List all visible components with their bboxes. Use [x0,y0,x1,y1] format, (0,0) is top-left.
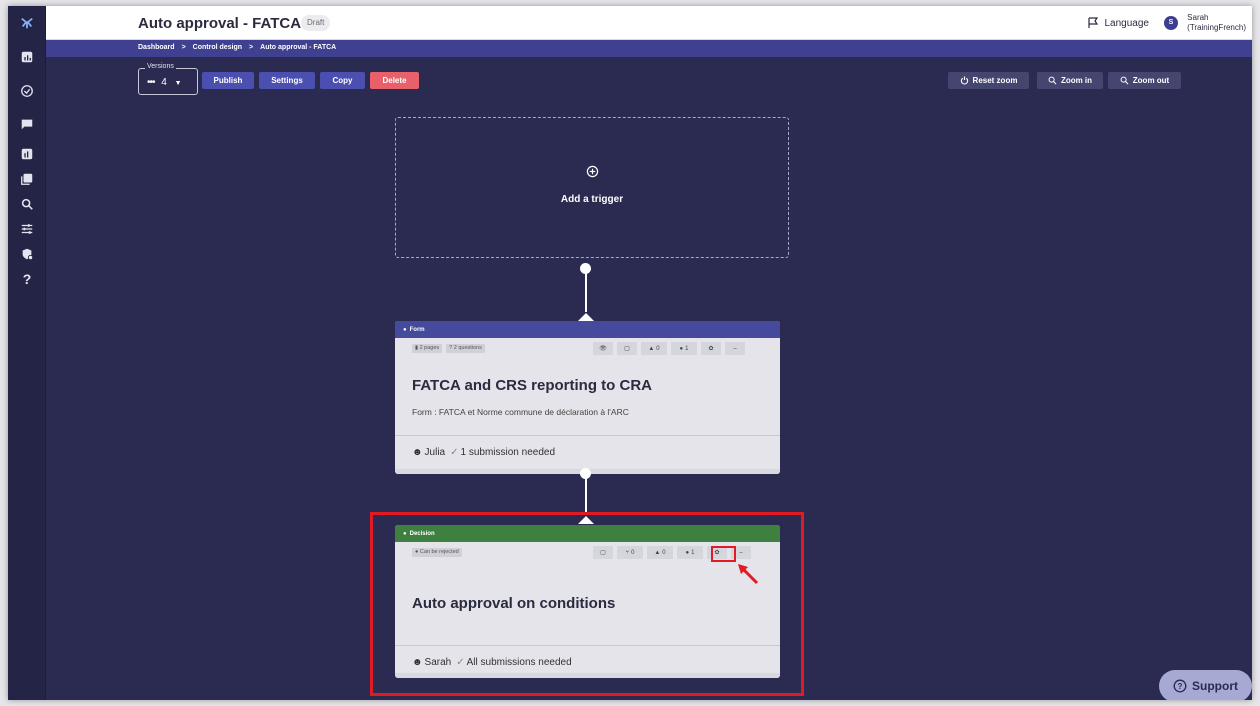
zoom-out-button[interactable]: Zoom out [1108,72,1181,89]
questions-tag: ? 2 questions [446,344,485,353]
connector-line [585,271,587,312]
reports-icon[interactable] [8,143,46,165]
versions-select[interactable]: Versions ••• 4 ▼ [138,63,198,95]
power-icon [960,76,968,85]
messages-icon[interactable] [8,113,46,135]
collapse-minus-icon[interactable]: – [725,342,745,355]
card-type-label: Form [409,326,425,333]
filters-icon[interactable] [8,218,46,240]
add-trigger-label: Add a trigger [560,194,624,205]
assignees-button[interactable]: ● 1 [671,342,697,355]
versions-label: Versions [145,63,176,70]
top-bar: Auto approval - FATCA Draft Language S S… [46,6,1252,40]
language-selector[interactable]: Language [1087,17,1150,29]
status-badge: Draft [301,15,331,31]
versions-value: ••• 4 ▼ [147,77,182,88]
card-footer [395,435,780,436]
page-title: Auto approval - FATCA [138,15,302,32]
connector-line [585,476,587,515]
user-circle-icon: ● [679,345,684,352]
users-count: 1 [685,345,689,352]
reset-zoom-label: Reset zoom [972,76,1018,85]
user-icon: ☻ [412,447,423,458]
copy-button[interactable]: Copy [320,72,365,89]
support-button[interactable]: ? Support [1159,670,1252,700]
add-circle-icon [396,165,788,183]
card-tools: 👁 ▢ ▲ 0 ● 1 ✿ – [593,342,745,355]
breadcrumb-current: Auto approval - FATCA [260,44,337,51]
requirement-text: 1 submission needed [460,447,556,458]
card-subtitle: Form : FATCA et Norme commune de déclara… [412,407,629,417]
app-logo-icon[interactable] [8,12,46,34]
check-icon: ✓ [450,447,459,458]
search-icon[interactable] [8,193,46,215]
connector-arrow-icon [578,313,594,321]
form-step-card[interactable]: ● Form ▮ 2 pages ? 2 questions 👁 ▢ ▲ 0 ● 1… [395,321,780,474]
dashboard-icon[interactable] [8,46,46,68]
language-label: Language [1104,17,1150,29]
user-role: (TrainingFrench) [1187,23,1246,32]
versions-number: 4 [161,77,167,88]
notifications-count: 0 [656,345,660,352]
breadcrumb-separator: > [181,44,186,51]
calendar-icon[interactable]: ▢ [617,342,637,355]
settings-gear-icon[interactable]: ✿ [701,342,721,355]
flag-icon [1087,17,1098,28]
breadcrumb-control-design[interactable]: Control design [193,44,242,51]
breadcrumb-separator: > [249,44,254,51]
notifications-button[interactable]: ▲ 0 [641,342,667,355]
pages-tag: ▮ 2 pages [412,344,443,353]
preview-eye-icon[interactable]: 👁 [593,342,613,355]
magnifier-icon [1048,76,1057,85]
breadcrumb-bar: Dashboard > Control design > Auto approv… [46,40,1252,57]
user-menu[interactable]: Sarah (TrainingFrench) [1187,13,1246,33]
assignee-name: Julia [424,447,446,458]
bell-icon: ▲ [648,345,655,352]
form-type-icon: ● [403,326,407,333]
zoom-in-button[interactable]: Zoom in [1037,72,1103,89]
annotation-arrow-icon [738,564,759,585]
more-dots-icon: ••• [147,77,155,88]
sidebar: ? [8,6,46,700]
reset-zoom-button[interactable]: Reset zoom [948,72,1029,89]
question-circle-icon: ? [1173,679,1187,693]
highlight-box [370,512,804,696]
zoom-in-label: Zoom in [1060,76,1093,85]
approvals-check-icon[interactable] [8,80,46,102]
card-footer-text: ☻ Julia ✓ 1 submission needed [412,447,555,458]
delete-button[interactable]: Delete [370,72,419,89]
breadcrumb-dashboard[interactable]: Dashboard [138,44,175,51]
gear-highlight-box [711,546,736,562]
user-name: Sarah [1187,13,1209,22]
security-icon[interactable] [8,243,46,265]
svg-text:?: ? [1178,682,1183,691]
support-label: Support [1192,679,1238,693]
help-icon[interactable]: ? [8,268,46,290]
magnifier-icon [1120,76,1129,85]
app-window: ? Auto approval - FATCA Draft Language S… [8,6,1252,700]
card-title: FATCA and CRS reporting to CRA [412,377,652,394]
chevron-down-icon: ▼ [174,80,182,87]
card-header: ● Form [395,321,780,338]
publish-button[interactable]: Publish [202,72,254,89]
add-trigger-node[interactable]: Add a trigger [395,117,789,258]
library-icon[interactable] [8,168,46,190]
breadcrumb: Dashboard > Control design > Auto approv… [138,44,336,51]
card-tags: ▮ 2 pages ? 2 questions [412,344,485,353]
settings-button[interactable]: Settings [259,72,315,89]
zoom-out-label: Zoom out [1132,76,1170,85]
avatar[interactable]: S [1164,16,1178,30]
